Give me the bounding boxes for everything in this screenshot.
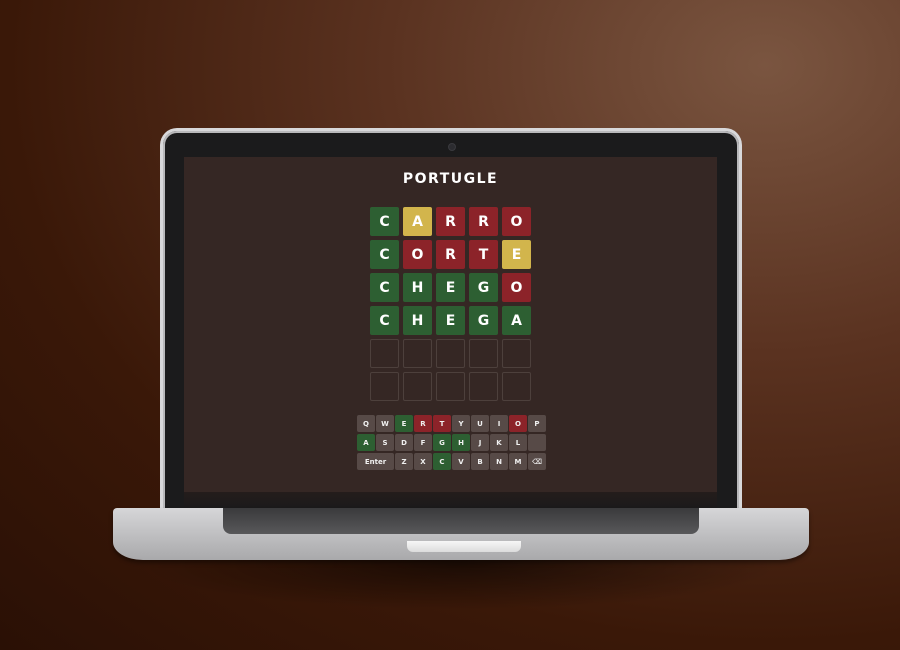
key-j[interactable]: J [471,434,489,451]
laptop-base [113,508,809,560]
board-tile [436,339,465,368]
board-row [370,372,531,401]
board-tile: R [436,240,465,269]
board-tile: A [403,207,432,236]
board-tile: E [502,240,531,269]
keyboard-row: Enter Z X C V B N M ⌫ [357,453,547,470]
board-row [370,339,531,368]
key-i[interactable]: I [490,415,508,432]
board-tile [403,339,432,368]
board-row: CARRO [370,207,531,236]
key-u[interactable]: U [471,415,489,432]
board-row: CHEGA [370,306,531,335]
key-v[interactable]: V [452,453,470,470]
key-w[interactable]: W [376,415,394,432]
board-tile [370,372,399,401]
board-tile: C [370,240,399,269]
on-screen-keyboard: Q W E R T Y U I O P A S D F G H J K L Enter Z X C V B N M ⌫ [357,415,547,472]
board-tile: G [469,273,498,302]
keyboard-row: QWERTYUIOP [357,415,547,432]
key-n[interactable]: N [490,453,508,470]
board-tile: T [469,240,498,269]
page-title: PORTUGLE [402,171,499,187]
key-blank[interactable] [528,434,546,451]
key-o[interactable]: O [509,415,527,432]
key-d[interactable]: D [395,434,413,451]
key-h[interactable]: H [452,434,470,451]
key-p[interactable]: P [528,415,546,432]
board-tile: H [403,306,432,335]
board-tile: R [436,207,465,236]
board-tile [370,339,399,368]
key-t[interactable]: T [433,415,451,432]
key-g[interactable]: G [433,434,451,451]
board-tile: E [436,306,465,335]
board-tile: A [502,306,531,335]
key-k[interactable]: K [490,434,508,451]
key-c[interactable]: C [433,453,451,470]
enter-key[interactable]: Enter [357,453,394,470]
key-r[interactable]: R [414,415,432,432]
key-f[interactable]: F [414,434,432,451]
board-tile [502,372,531,401]
key-l[interactable]: L [509,434,527,451]
key-s[interactable]: S [376,434,394,451]
board-tile: G [469,306,498,335]
board-tile: O [502,207,531,236]
board-tile: C [370,306,399,335]
board-row: CHEGO [370,273,531,302]
board-tile: O [502,273,531,302]
board-tile: C [370,207,399,236]
lid-notch [407,541,521,552]
key-z[interactable]: Z [395,453,413,470]
key-b[interactable]: B [471,453,489,470]
backspace-icon[interactable]: ⌫ [528,453,546,470]
key-q[interactable]: Q [357,415,375,432]
keyboard-row: ASDFGHJKL [357,434,547,451]
key-m[interactable]: M [509,453,527,470]
board-tile: C [370,273,399,302]
board-tile [436,372,465,401]
key-a[interactable]: A [357,434,375,451]
key-e[interactable]: E [395,415,413,432]
board-tile [469,339,498,368]
keyboard-area [223,508,699,534]
laptop-lid: PORTUGLE CARROCORTECHEGOCHEGA QWERTYUIOP… [163,131,739,523]
board-tile: O [403,240,432,269]
key-x[interactable]: X [414,453,432,470]
board-tile [403,372,432,401]
board-tile: R [469,207,498,236]
board-tile: H [403,273,432,302]
camera-icon [448,143,456,151]
board-tile [469,372,498,401]
key-y[interactable]: Y [452,415,470,432]
board-tile [502,339,531,368]
app-screen: PORTUGLE CARROCORTECHEGOCHEGA QWERTYUIOP… [184,157,717,492]
board-row: CORTE [370,240,531,269]
board-tile: E [436,273,465,302]
game-board: CARROCORTECHEGOCHEGA [370,207,531,405]
